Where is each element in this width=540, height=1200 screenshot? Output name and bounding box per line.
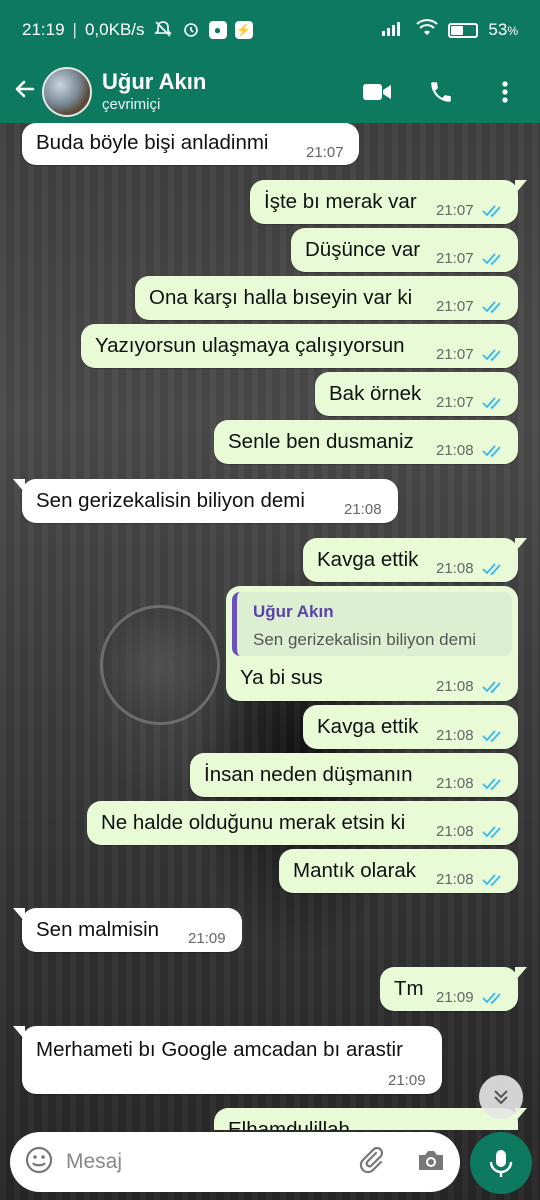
message-time: 21:07	[306, 144, 344, 161]
message-outgoing[interactable]: Tm 21:09	[380, 967, 527, 1011]
message-text: Ya bi sus	[240, 666, 323, 689]
message-text: İşte bı merak var	[264, 190, 417, 213]
message-incoming[interactable]: Sen gerizekalisin biliyon demi 21:08	[13, 479, 398, 523]
signal-icon	[382, 20, 406, 41]
message-text: Kavga ettik	[317, 548, 419, 571]
battery-percent: 53%	[488, 20, 518, 39]
message-outgoing[interactable]: Senle ben dusmaniz 21:08	[214, 420, 518, 464]
message-list[interactable]: Buda böyle bişi anladinmi 21:07 İşte bı …	[0, 123, 540, 1130]
message-outgoing[interactable]: Bak örnek 21:07	[315, 372, 518, 416]
message-time: 21:08	[436, 678, 474, 695]
message-text: Yazıyorsun ulaşmaya çalışıyorsun	[95, 334, 405, 357]
chat-header: Uğur Akın çevrimiçi	[0, 60, 540, 123]
app-notification-icon: ●	[208, 21, 227, 39]
contact-presence: çevrimiçi	[102, 95, 161, 113]
wifi-icon	[416, 18, 439, 42]
status-net-speed: 0,0KB/s	[84, 20, 145, 39]
message-outgoing[interactable]: Ne halde olduğunu merak etsin ki 21:08	[87, 801, 518, 845]
read-ticks-icon	[482, 349, 501, 362]
message-text: Kavga ettik	[317, 715, 419, 738]
message-text: Sen gerizekalisin biliyon demi	[36, 489, 305, 512]
message-time: 21:08	[436, 775, 474, 792]
read-ticks-icon	[482, 730, 501, 743]
message-time: 21:08	[436, 823, 474, 840]
message-time: 21:09	[188, 930, 226, 947]
contact-avatar[interactable]	[42, 66, 92, 117]
read-ticks-icon	[482, 205, 501, 218]
message-outgoing[interactable]: Mantık olarak 21:08	[279, 849, 518, 893]
read-ticks-icon	[482, 681, 501, 694]
message-text: Merhameti bı Google amcadan bı arastir	[36, 1038, 403, 1061]
message-outgoing[interactable]: İşte bı merak var 21:07	[250, 180, 527, 224]
message-outgoing[interactable]: Kavga ettik 21:08	[303, 538, 527, 582]
message-outgoing[interactable]: Ona karşı halla bıseyin var ki 21:07	[135, 276, 518, 320]
read-ticks-icon	[482, 874, 501, 887]
message-outgoing[interactable]: Yazıyorsun ulaşmaya çalışıyorsun 21:07	[81, 324, 518, 368]
message-incoming[interactable]: Sen malmisin 21:09	[13, 908, 242, 952]
message-time: 21:07	[436, 394, 474, 411]
message-time: 21:08	[436, 727, 474, 744]
back-arrow-icon[interactable]	[10, 77, 40, 107]
read-ticks-icon	[482, 253, 501, 266]
message-text: Ne halde olduğunu merak etsin ki	[101, 811, 406, 834]
message-time: 21:09	[388, 1072, 426, 1089]
quoted-message[interactable]: Uğur Akın Sen gerizekalisin biliyon demi	[232, 592, 512, 656]
message-incoming[interactable]: Merhameti bı Google amcadan bı arastir 2…	[13, 1026, 442, 1094]
mic-icon	[489, 1150, 513, 1177]
message-composer	[10, 1132, 460, 1192]
message-text: Sen malmisin	[36, 918, 160, 941]
contact-name: Uğur Akın	[102, 68, 207, 94]
battery-icon	[448, 22, 479, 38]
messenger-notification-icon: ⚡	[234, 21, 253, 39]
mic-button[interactable]	[470, 1132, 532, 1194]
attach-icon[interactable]	[356, 1145, 386, 1180]
message-text: Düşünce var	[305, 238, 421, 261]
message-input[interactable]	[66, 1150, 356, 1174]
scroll-to-bottom-button[interactable]	[479, 1075, 523, 1119]
status-time: 21:19	[22, 20, 65, 39]
message-time: 21:07	[436, 298, 474, 315]
alarm-icon	[181, 20, 201, 40]
contact-info[interactable]: Uğur Akın çevrimiçi	[102, 69, 362, 115]
message-text: Tm	[394, 977, 424, 1000]
message-text: Senle ben dusmaniz	[228, 430, 414, 453]
read-ticks-icon	[482, 445, 501, 458]
status-bar: 21:19 | 0,0KB/s ● ⚡ 53%	[0, 0, 540, 60]
message-time: 21:08	[436, 871, 474, 888]
message-time: 21:08	[436, 560, 474, 577]
message-outgoing[interactable]: İnsan neden düşmanın 21:08	[190, 753, 518, 797]
read-ticks-icon	[482, 563, 501, 576]
double-chevron-down-icon	[494, 1090, 508, 1105]
message-text: Mantık olarak	[293, 859, 417, 882]
message-text: Elhamdulillah	[228, 1118, 350, 1130]
message-time: 21:09	[436, 989, 474, 1006]
message-text: Bak örnek	[329, 382, 422, 405]
read-ticks-icon	[482, 826, 501, 839]
quoted-text: Sen gerizekalisin biliyon demi	[253, 630, 477, 649]
message-time: 21:07	[436, 202, 474, 219]
read-ticks-icon	[482, 992, 501, 1005]
phone-icon[interactable]	[426, 77, 456, 107]
message-time: 21:07	[436, 346, 474, 363]
message-outgoing[interactable]: Düşünce var 21:07	[291, 228, 518, 272]
camera-icon[interactable]	[416, 1146, 446, 1179]
read-ticks-icon	[482, 397, 501, 410]
read-ticks-icon	[482, 778, 501, 791]
message-incoming[interactable]: Buda böyle bişi anladinmi 21:07	[22, 123, 359, 165]
mute-notifications-icon	[153, 20, 173, 40]
message-time: 21:07	[436, 250, 474, 267]
message-time: 21:08	[436, 442, 474, 459]
read-ticks-icon	[482, 301, 501, 314]
emoji-icon[interactable]	[24, 1145, 54, 1180]
more-vert-icon[interactable]	[490, 77, 520, 107]
message-time: 21:08	[344, 501, 382, 518]
message-text: İnsan neden düşmanın	[204, 763, 413, 786]
message-outgoing[interactable]: Elhamdulillah	[214, 1108, 527, 1130]
message-outgoing[interactable]: Kavga ettik 21:08	[303, 705, 518, 749]
message-outgoing-reply[interactable]: Uğur Akın Sen gerizekalisin biliyon demi…	[226, 586, 518, 701]
quoted-author: Uğur Akın	[253, 602, 334, 621]
video-call-icon[interactable]	[362, 77, 392, 107]
message-text: Buda böyle bişi anladinmi	[36, 131, 269, 154]
message-text: Ona karşı halla bıseyin var ki	[149, 286, 413, 309]
